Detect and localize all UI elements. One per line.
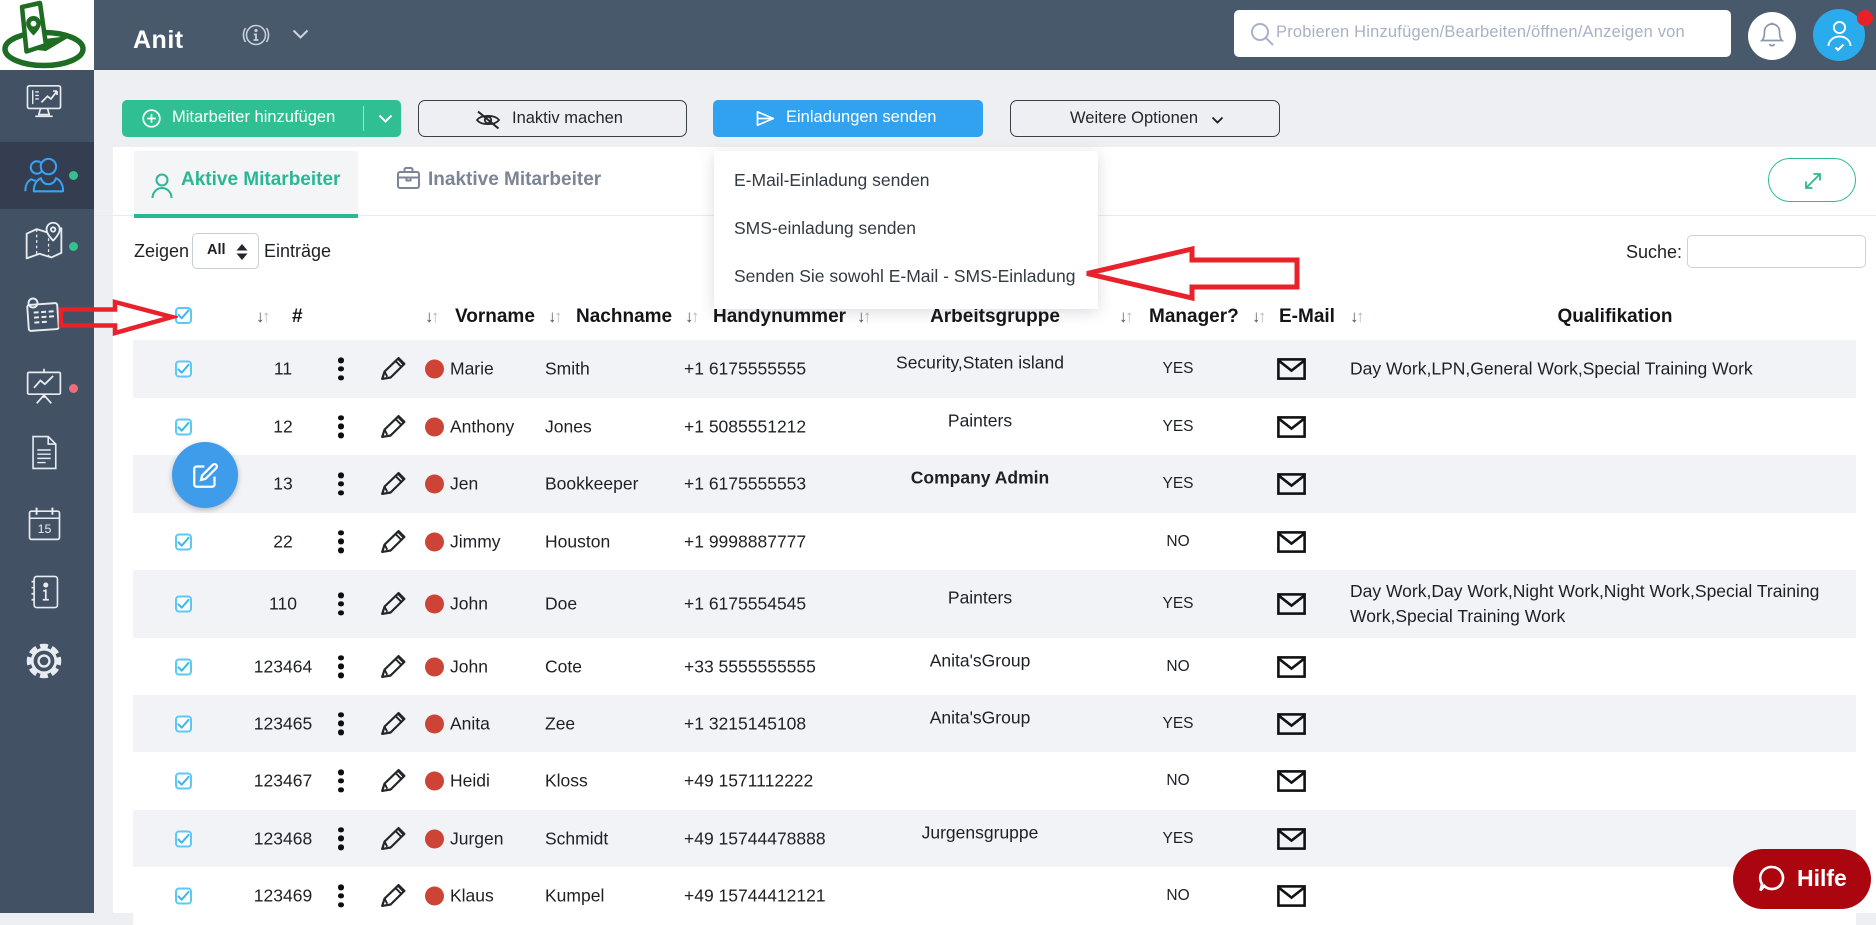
svg-text:15: 15 — [37, 522, 51, 536]
